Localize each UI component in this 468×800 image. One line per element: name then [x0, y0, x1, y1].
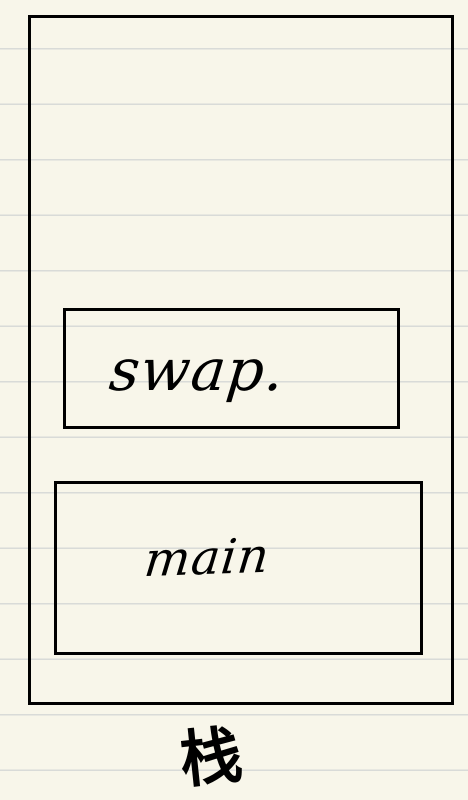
stack-label: 栈	[176, 717, 247, 798]
swap-label: swap.	[106, 336, 289, 404]
main-label: main	[141, 527, 273, 589]
